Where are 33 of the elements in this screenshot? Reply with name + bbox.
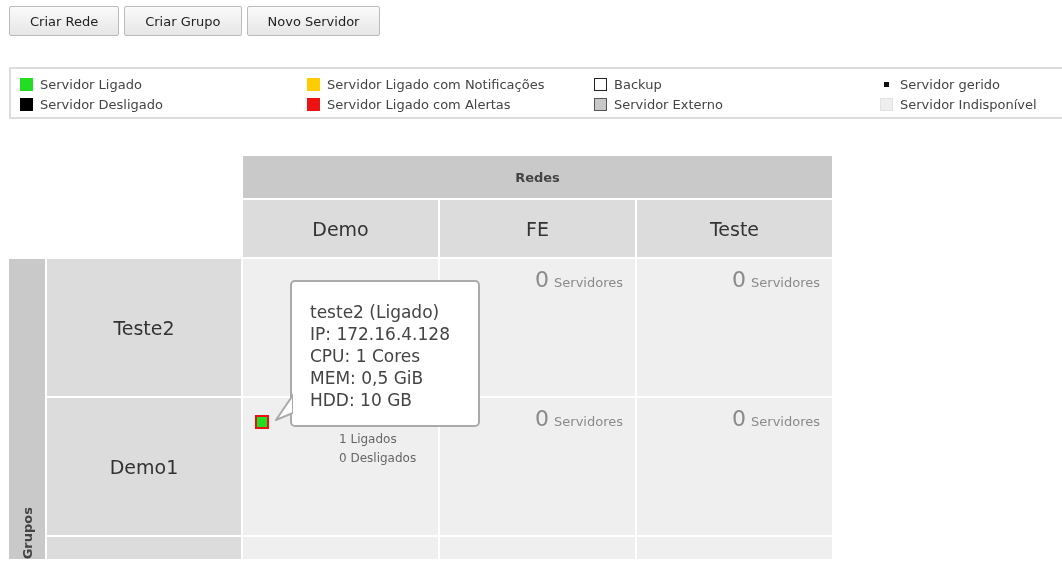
groups-header-text: Grupos (19, 506, 35, 559)
network-column-header: Demo (243, 200, 438, 257)
legend-label: Servidor Ligado com Alertas (327, 97, 511, 112)
toolbar-button[interactable]: Novo Servidor (246, 6, 381, 36)
network-column-header: Teste (637, 200, 832, 257)
tooltip-text: MEM: 0,5 GiB (310, 367, 425, 389)
networks-header: Redes (243, 156, 832, 198)
tooltip-text: IP: 172.16.4.128 (310, 323, 451, 345)
legend-label: Servidor Ligado (40, 77, 142, 92)
powered-off-count: 0 Desligados (338, 450, 418, 467)
legend-label: Servidor Desligado (40, 97, 163, 112)
toolbar-button[interactable]: Criar Rede (9, 6, 120, 36)
external-square-icon (594, 98, 607, 111)
toolbar-button[interactable]: Criar Grupo (124, 6, 242, 36)
server-count: 0 Servidores (533, 266, 624, 292)
legend-label: Servidor Indisponível (900, 97, 1037, 112)
tooltip-text: CPU: 1 Cores (310, 345, 422, 367)
unavailable-square-icon (880, 98, 893, 111)
legend-label: Backup (614, 77, 662, 92)
network-column-header: FE (440, 200, 635, 257)
server-count: 0 Servidores (533, 405, 624, 431)
tooltip-text: teste2 (Ligado) (310, 301, 441, 323)
server-count: 0 Servidores (730, 405, 821, 431)
powered-on-count: 1 Ligados (338, 431, 398, 448)
legend-label: Servidor Externo (614, 97, 723, 112)
tooltip-text: HDD: 10 GB (310, 389, 413, 411)
legend-label: Servidor Ligado com Notificações (327, 77, 545, 92)
group-row-header: Demo1 (47, 398, 241, 535)
server-status-icon[interactable] (255, 415, 269, 429)
server-count: 0 Servidores (730, 266, 821, 292)
group-row-header: Teste2 (47, 259, 241, 396)
legend-label: Servidor gerido (900, 77, 1000, 92)
backup-square-icon (594, 78, 607, 91)
